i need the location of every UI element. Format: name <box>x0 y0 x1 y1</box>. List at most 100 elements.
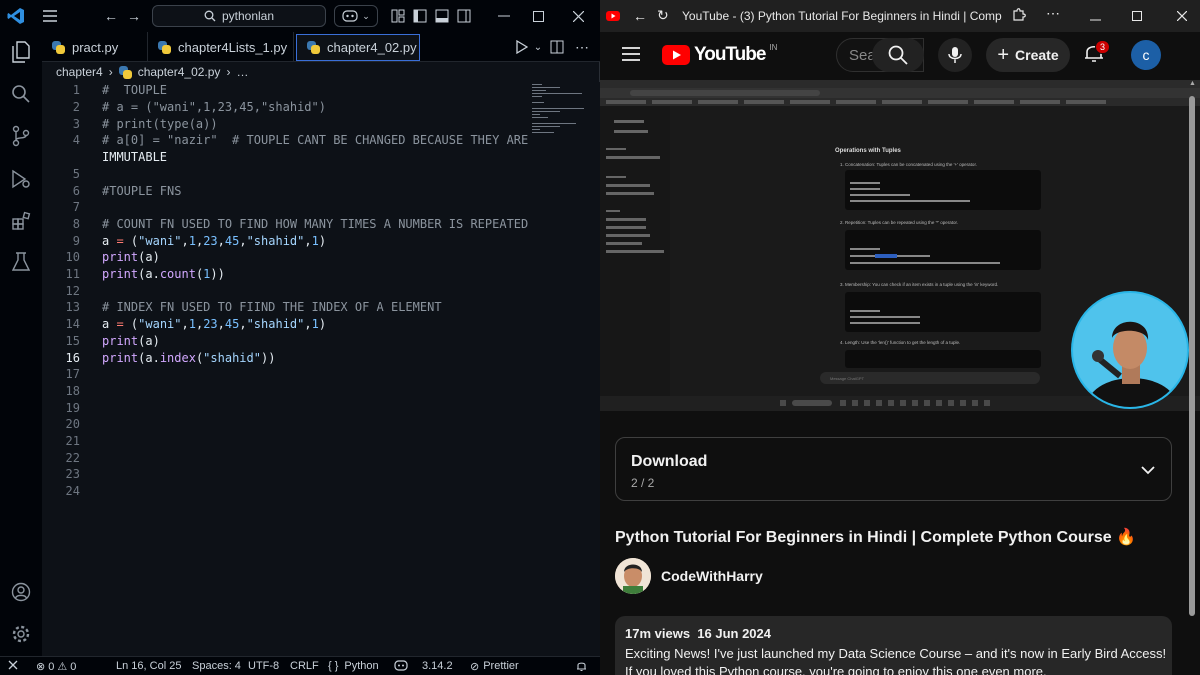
search-icon[interactable] <box>9 82 33 106</box>
line-number: 17 <box>65 367 80 382</box>
python-version[interactable]: 3.14.2 <box>422 660 453 672</box>
tab-chapter4lists[interactable]: chapter4Lists_1.py <box>148 32 294 62</box>
code-line[interactable]: IMMUTABLE <box>42 149 532 166</box>
code-line[interactable]: 7 <box>42 199 532 216</box>
more-options-icon[interactable]: ⋯ <box>1046 5 1060 22</box>
prettier-status[interactable]: ⊘ Prettier <box>470 660 519 673</box>
code-line[interactable]: 6 #TOUPLE FNS <box>42 182 532 199</box>
extensions-puzzle-icon[interactable] <box>1012 7 1026 24</box>
code-line[interactable]: 16 print(a.index("shahid")) <box>42 349 532 366</box>
language-mode[interactable]: { } Python <box>328 660 379 672</box>
notification-badge: 3 <box>1095 40 1111 54</box>
code-line[interactable]: 8 # COUNT FN USED TO FIND HOW MANY TIMES … <box>42 216 532 233</box>
chevron-down-icon[interactable] <box>1141 462 1155 480</box>
tab-pract[interactable]: pract.py <box>42 32 148 62</box>
close-icon[interactable] <box>568 6 588 26</box>
code-line[interactable]: 10 print(a) <box>42 249 532 266</box>
minimap[interactable] <box>530 82 590 162</box>
code-line[interactable]: 4 # a[0] = "nazir" # TOUPLE CANT BE CHANG… <box>42 132 532 149</box>
code-line[interactable]: 23 <box>42 466 532 483</box>
code-text: #TOUPLE FNS <box>102 183 182 198</box>
run-options-chevron-icon[interactable]: ⌄ <box>528 37 548 57</box>
breadcrumb-more[interactable]: … <box>236 65 248 79</box>
code-line[interactable]: 15 print(a) <box>42 333 532 350</box>
account-icon[interactable] <box>9 580 33 604</box>
browser-back-icon[interactable]: ← <box>633 8 647 24</box>
notifications-button[interactable]: 3 <box>1084 40 1111 68</box>
more-actions-icon[interactable]: ⋯ <box>572 37 592 57</box>
code-line[interactable]: 5 <box>42 166 532 183</box>
code-editor[interactable]: 1 # TOUPLE 2 # a = ("wani",1,23,45,"shahid"… <box>42 82 600 656</box>
tuple-op-1: 1. Concatenation: Tuples can be concaten… <box>840 162 977 167</box>
code-line[interactable]: 1 # TOUPLE <box>42 82 532 99</box>
problems-indicator[interactable]: ⊗ 0 ⚠ 0 <box>36 660 76 674</box>
split-editor-icon[interactable] <box>547 37 567 57</box>
line-number: 22 <box>65 450 80 465</box>
code-line[interactable]: 18 <box>42 383 532 400</box>
line-number: 7 <box>72 200 80 215</box>
avatar[interactable]: C <box>1131 40 1161 70</box>
maximize-icon[interactable] <box>528 6 548 26</box>
channel-avatar[interactable] <box>615 558 651 594</box>
scrollbar-thumb[interactable] <box>1189 96 1195 616</box>
explorer-icon[interactable] <box>9 40 33 64</box>
remote-indicator-icon[interactable] <box>8 660 18 673</box>
description-line-1: Exciting News! I've just launched my Dat… <box>625 646 1167 661</box>
code-line[interactable]: 11 print(a.count(1)) <box>42 266 532 283</box>
tab-chapter4-02[interactable]: chapter4_02.py <box>296 34 420 61</box>
code-line[interactable]: 13 # INDEX FN USED TO FIIND THE INDEX OF … <box>42 299 532 316</box>
maximize-icon[interactable] <box>1132 10 1142 24</box>
code-line[interactable]: 17 <box>42 366 532 383</box>
browser-window: ← ↻ YouTube - (3) Python Tutorial For Be… <box>600 0 1200 675</box>
voice-search-button[interactable] <box>938 38 972 72</box>
cursor-position[interactable]: Ln 16, Col 25 <box>116 660 181 672</box>
description-box[interactable]: 17m views 16 Jun 2024 Exciting News! I'v… <box>615 616 1172 675</box>
create-button[interactable]: + Create <box>986 38 1070 72</box>
status-bar: ⊗ 0 ⚠ 0 Ln 16, Col 25 Spaces: 4 UTF-8 CR… <box>0 656 600 675</box>
toggle-panel-icon[interactable] <box>432 6 452 26</box>
views-date: 17m views 16 Jun 2024 <box>625 626 771 641</box>
code-line[interactable]: 2 # a = ("wani",1,23,45,"shahid") <box>42 99 532 116</box>
line-ending[interactable]: CRLF <box>290 660 319 672</box>
forward-arrow-icon[interactable]: → <box>124 6 144 26</box>
toggle-sidebar-icon[interactable] <box>410 6 430 26</box>
code-line[interactable]: 14 a = ("wani",1,23,45,"shahid",1) <box>42 316 532 333</box>
run-debug-icon[interactable] <box>9 167 33 191</box>
minimize-icon[interactable] <box>1090 10 1101 24</box>
copilot-button[interactable]: ⌄ <box>334 5 378 27</box>
youtube-logo[interactable]: YouTube IN <box>662 43 777 66</box>
reload-icon[interactable]: ↻ <box>657 7 669 24</box>
code-line[interactable]: 19 <box>42 399 532 416</box>
page-scrollbar[interactable]: ▲ <box>1188 80 1196 620</box>
code-line[interactable]: 24 <box>42 483 532 500</box>
close-icon[interactable] <box>1176 10 1188 24</box>
indentation[interactable]: Spaces: 4 <box>192 660 241 672</box>
layout-customize-icon[interactable] <box>388 6 408 26</box>
extensions-icon[interactable] <box>9 209 33 233</box>
code-line[interactable]: 20 <box>42 416 532 433</box>
video-player[interactable]: Operations with Tuples 1. Concatenation:… <box>600 80 1200 411</box>
settings-gear-icon[interactable] <box>9 622 33 646</box>
menu-icon[interactable] <box>40 6 60 26</box>
minimize-icon[interactable] <box>494 6 514 26</box>
code-line[interactable]: 22 <box>42 449 532 466</box>
breadcrumb-folder[interactable]: chapter4 <box>56 65 103 79</box>
tuple-op-2: 2. Repetition: Tuples can be repeated us… <box>840 220 958 225</box>
back-arrow-icon[interactable]: ← <box>101 6 121 26</box>
channel-name[interactable]: CodeWithHarry <box>661 568 763 584</box>
code-line[interactable]: 21 <box>42 433 532 450</box>
code-line[interactable]: 9 a = ("wani",1,23,45,"shahid",1) <box>42 232 532 249</box>
notifications-bell-icon[interactable] <box>576 660 587 675</box>
source-control-icon[interactable] <box>9 124 33 148</box>
code-line[interactable]: 12 <box>42 282 532 299</box>
hamburger-menu-icon[interactable] <box>622 47 640 66</box>
copilot-status-icon[interactable] <box>394 660 408 674</box>
breadcrumb-file[interactable]: chapter4_02.py <box>138 65 221 79</box>
download-card[interactable]: Download 2 / 2 <box>615 437 1172 501</box>
encoding[interactable]: UTF-8 <box>248 660 279 672</box>
testing-flask-icon[interactable] <box>9 250 33 274</box>
code-line[interactable]: 3 # print(type(a)) <box>42 115 532 132</box>
toggle-secondary-sidebar-icon[interactable] <box>454 6 474 26</box>
search-button[interactable] <box>872 38 924 72</box>
command-center-search[interactable]: pythonlan <box>152 5 326 27</box>
